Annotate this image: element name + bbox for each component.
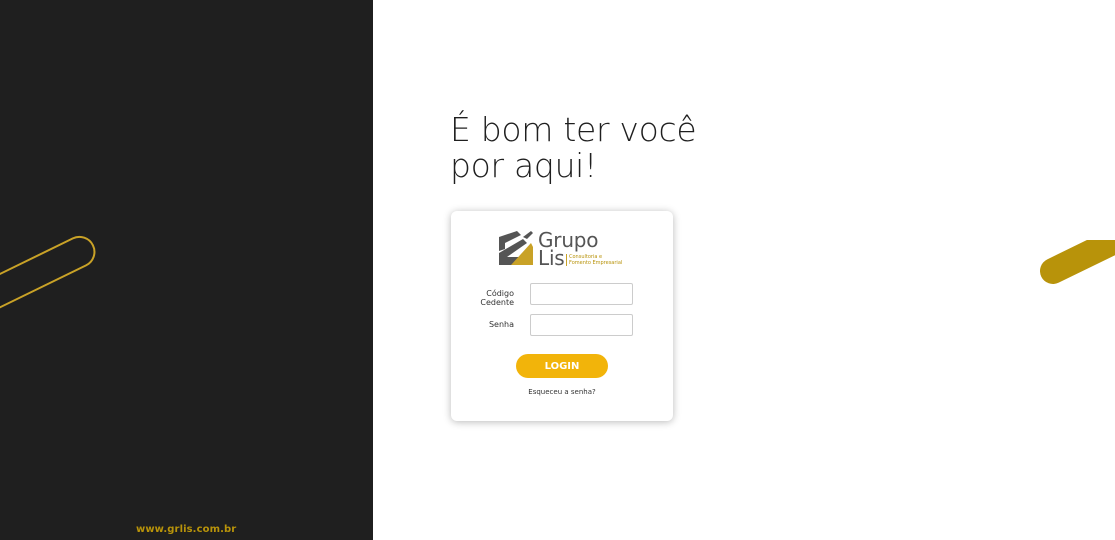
site-url[interactable]: www.grlis.com.br [136, 524, 236, 535]
codigo-cedente-label: Código Cedente [480, 289, 514, 307]
grupo-lis-logo: Grupo Lis Consultoria e Fomento Empresar… [497, 229, 637, 271]
left-panel: www.grlis.com.br [0, 0, 373, 540]
page-headline: É bom ter você por aqui! [450, 112, 770, 184]
login-card: Grupo Lis Consultoria e Fomento Empresar… [451, 211, 673, 421]
decorative-stripe-outline [0, 235, 96, 317]
login-button[interactable]: LOGIN [516, 354, 608, 378]
logo-tagline-line-2: Fomento Empresarial [569, 260, 623, 266]
logo-word-lis: Lis [538, 246, 565, 270]
headline-line-1: É bom ter você [450, 110, 697, 149]
senha-label: Senha [488, 320, 514, 329]
senha-input[interactable] [530, 314, 633, 336]
logo-mark-icon [499, 231, 533, 265]
logo-tagline: Consultoria e Fomento Empresarial [566, 254, 636, 266]
forgot-password-link[interactable]: Esqueceu a senha? [451, 388, 673, 396]
codigo-cedente-input[interactable] [530, 283, 633, 305]
headline-line-2: por aqui! [450, 146, 597, 185]
decorative-stripe-filled [1040, 240, 1115, 284]
